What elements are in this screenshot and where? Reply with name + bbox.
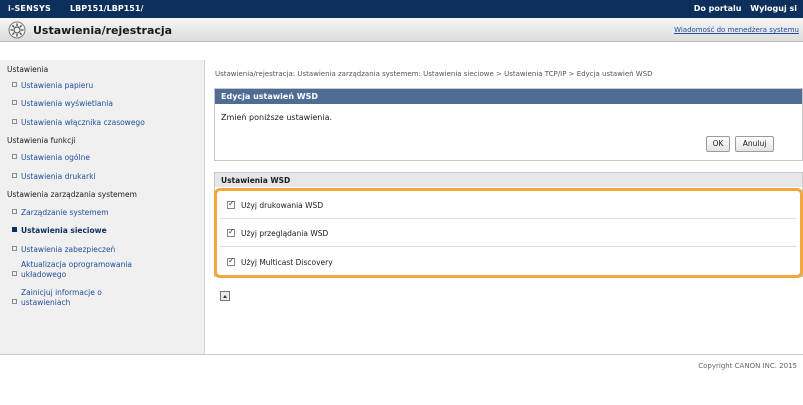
wsd-panel-heading: Ustawienia WSD — [215, 173, 802, 187]
sidebar-item-printer[interactable]: Ustawienia drukarki — [12, 172, 96, 181]
checkbox-row-multicast[interactable]: Użyj Multicast Discovery — [227, 256, 333, 267]
copyright: Copyright CANON INC. 2015 — [698, 362, 797, 370]
printer-model: LBP151/LBP151/ — [70, 4, 144, 13]
checkbox[interactable] — [227, 199, 235, 209]
edit-panel-instruction: Zmień poniższe ustawienia. — [221, 113, 333, 122]
sidebar-item-security[interactable]: Ustawienia zabezpieczeń — [12, 245, 115, 254]
bullet-icon — [12, 299, 17, 304]
sidebar-item-timer[interactable]: Ustawienia włącznika czasowego — [12, 118, 145, 127]
footer-divider — [0, 354, 803, 355]
settings-gear-icon — [8, 21, 26, 39]
sidebar-item-network[interactable]: Ustawienia sieciowe — [12, 226, 107, 235]
sidebar-section-management: Ustawienia zarządzania systemem — [7, 190, 137, 199]
message-to-admin-link[interactable]: Wiadomość do menedżera systemu — [674, 26, 799, 34]
checkbox[interactable] — [227, 227, 235, 237]
bullet-icon — [12, 100, 17, 105]
brand-name: i-SENSYS — [8, 4, 51, 13]
checkbox-row-wsd-browsing[interactable]: Użyj przeglądania WSD — [227, 227, 328, 238]
ok-button[interactable]: OK — [706, 136, 730, 152]
bullet-icon — [12, 227, 17, 232]
sidebar-item-system[interactable]: Zarządzanie systemem — [12, 208, 109, 217]
row-divider — [220, 246, 796, 247]
cancel-button[interactable]: Anuluj — [735, 136, 774, 152]
top-bar: i-SENSYS LBP151/LBP151/ Do portalu Wylog… — [0, 0, 803, 18]
sidebar-section-settings: Ustawienia — [7, 65, 49, 74]
sidebar-item-paper[interactable]: Ustawienia papieru — [12, 81, 93, 90]
bullet-icon — [12, 119, 17, 124]
checkbox-row-wsd-printing[interactable]: Użyj drukowania WSD — [227, 199, 323, 210]
row-divider — [220, 218, 796, 219]
sidebar: Ustawienia Ustawienia papieru Ustawienia… — [0, 60, 205, 354]
sidebar-item-firmware[interactable]: Aktualizacja oprogramowania układowego — [12, 260, 132, 280]
page-title: Ustawienia/rejestracja — [33, 24, 173, 37]
back-to-top-icon[interactable] — [220, 291, 230, 301]
bullet-icon — [12, 271, 17, 276]
checkbox[interactable] — [227, 256, 235, 266]
bullet-icon — [12, 246, 17, 251]
edit-panel-heading: Edycja ustawień WSD — [215, 89, 802, 104]
logout-link[interactable]: Wyloguj si — [750, 4, 797, 13]
bullet-icon — [12, 82, 17, 87]
bullet-icon — [12, 209, 17, 214]
sidebar-item-display[interactable]: Ustawienia wyświetlania — [12, 99, 113, 108]
top-links: Do portalu Wyloguj si — [688, 4, 797, 13]
sidebar-item-register[interactable]: Zainicjuj informacje o ustawieniach — [12, 288, 102, 308]
sidebar-item-general[interactable]: Ustawienia ogólne — [12, 153, 90, 162]
portal-link[interactable]: Do portalu — [694, 4, 742, 13]
title-bar: Ustawienia/rejestracja Wiadomość do mene… — [0, 18, 803, 42]
sidebar-section-functions: Ustawienia funkcji — [7, 136, 76, 145]
breadcrumb: Ustawienia/rejestracja: Ustawienia zarzą… — [215, 70, 653, 78]
bullet-icon — [12, 173, 17, 178]
bullet-icon — [12, 154, 17, 159]
